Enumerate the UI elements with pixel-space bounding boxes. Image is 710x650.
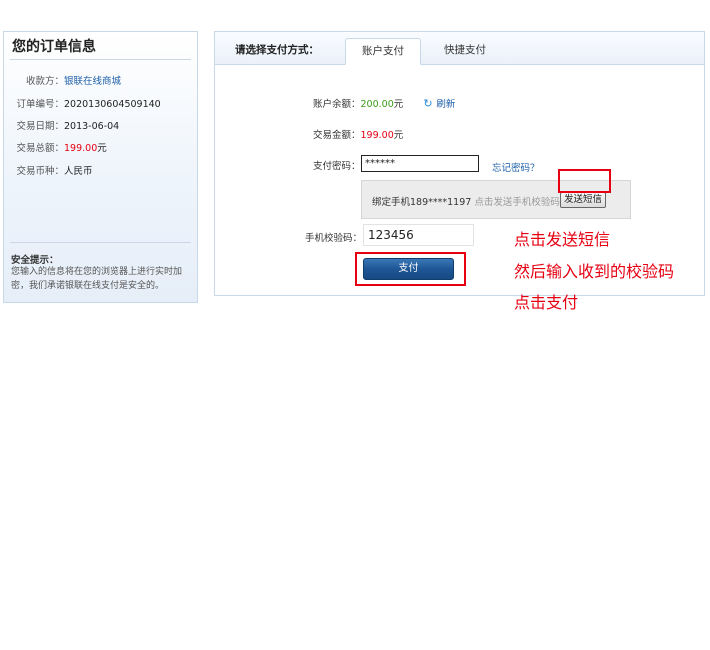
trade-date-value: 2013-06-04 [64, 121, 120, 132]
send-sms-button[interactable]: 发送短信 [560, 192, 606, 208]
trade-date-label: 交易日期： [16, 121, 64, 132]
order-title: 您的订单信息 [12, 39, 96, 55]
security-tip-text: 您输入的信息将在您的浏览器上进行实时加密，我们承诺银联在线支付是安全的。 [11, 267, 183, 291]
pay-button[interactable]: 支付 [363, 258, 454, 280]
annotation-send-sms: 点击发送短信 [514, 230, 611, 249]
currency-value: 人民币 [64, 166, 93, 177]
order-number-label: 订单编号： [16, 99, 64, 110]
title-divider [10, 59, 191, 60]
forgot-password-link[interactable]: 忘记密码？ [492, 160, 540, 174]
amount-unit: 元 [393, 130, 404, 141]
balance-label: 账户余额： [313, 99, 361, 110]
refresh-icon[interactable]: ↻ [423, 98, 433, 109]
trade-total-value: 199.00 [64, 143, 98, 154]
order-number-row: 订单编号：2020130604509140 [4, 96, 161, 110]
order-info-panel: 您的订单信息 收款方：银联在线商城 订单编号：2020130604509140 … [3, 31, 198, 303]
sms-bound-text: 绑定手机189****1197 点击发送手机校验码 [372, 194, 560, 208]
trade-date-row: 交易日期：2013-06-04 [4, 118, 119, 132]
amount-value: 199.00 [360, 130, 394, 141]
trade-total-label: 交易总额： [16, 143, 64, 154]
sms-code-input[interactable]: 123456 [363, 224, 474, 246]
payee-label: 收款方： [25, 76, 64, 87]
trade-total-unit: 元 [97, 143, 107, 154]
trade-total-row: 交易总额：199.00元 [4, 140, 107, 154]
payee-row: 收款方：银联在线商城 [4, 73, 121, 87]
currency-row: 交易币种：人民币 [4, 163, 93, 177]
balance-row: 账户余额：200.00元 ↻ 刷新 [313, 96, 455, 110]
tab-account-pay[interactable]: 账户支付 [345, 38, 421, 65]
order-number-value: 2020130604509140 [64, 99, 161, 110]
annotation-click-pay: 点击支付 [514, 293, 579, 312]
balance-unit: 元 [393, 99, 404, 110]
bound-phone: 绑定手机189****1197 [372, 197, 472, 208]
payment-panel: 请选择支付方式： 账户支付 快捷支付 账户余额：200.00元 ↻ 刷新 交易金… [214, 31, 705, 296]
password-input[interactable]: ****** [361, 155, 479, 172]
sms-hint: 点击发送手机校验码 [474, 197, 560, 208]
send-sms-highlight [558, 169, 611, 193]
amount-label: 交易金额： [313, 130, 361, 141]
tip-divider [10, 242, 191, 243]
currency-label: 交易币种： [16, 166, 64, 177]
password-label: 支付密码： [313, 161, 361, 172]
amount-row: 交易金额：199.00元 [313, 127, 403, 141]
refresh-link[interactable]: 刷新 [436, 99, 455, 110]
tab-quick-pay[interactable]: 快捷支付 [427, 38, 503, 64]
sms-code-label: 手机校验码： [305, 233, 363, 244]
balance-value: 200.00 [360, 99, 394, 110]
payment-method-label: 请选择支付方式： [235, 44, 319, 56]
payment-method-header: 请选择支付方式： 账户支付 快捷支付 [215, 32, 704, 65]
annotation-enter-code: 然后输入收到的校验码 [514, 262, 675, 281]
payee-value[interactable]: 银联在线商城 [64, 76, 121, 87]
security-tip-title: 安全提示： [11, 255, 59, 266]
